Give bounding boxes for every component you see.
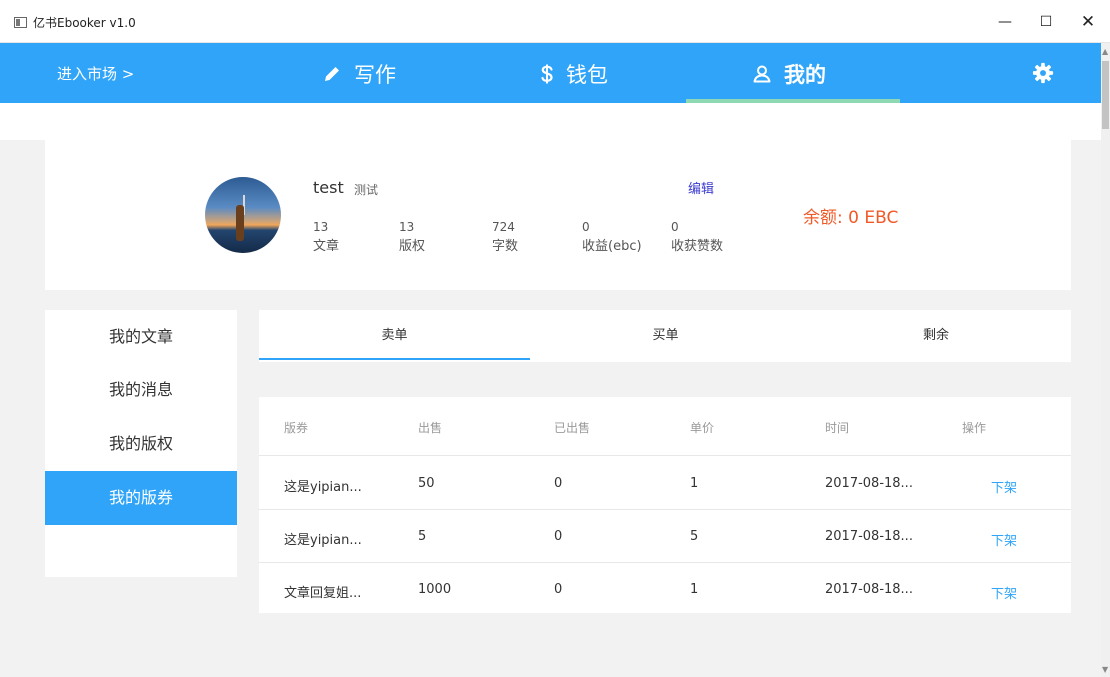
dollar-icon [540, 63, 554, 85]
profile-card: test 测试 13 文章 13 版权 724 字数 0 收益(ebc) 0 收… [45, 140, 1071, 290]
time-cell: 2017-08-18... [825, 582, 913, 597]
main-nav-bar: 进入市场 > 写作 钱包 我的 [0, 43, 1101, 103]
stat-value: 0 [671, 220, 679, 234]
window-titlebar: 亿书Ebooker v1.0 — ☐ ✕ [0, 0, 1110, 43]
tab-sell-orders[interactable]: 卖单 [259, 310, 530, 362]
tab-buy-orders[interactable]: 买单 [530, 310, 801, 362]
sell-orders-table: 版券 出售 已出售 单价 时间 操作 这是yipian... 50 0 1 20… [259, 397, 1071, 613]
tab-write[interactable]: 写作 [322, 59, 396, 89]
unit-price-cell: 1 [690, 582, 699, 597]
unit-price-cell: 1 [690, 476, 699, 491]
window-title: 亿书Ebooker v1.0 [33, 16, 136, 30]
vertical-scrollbar[interactable]: ▲ ▼ [1101, 43, 1110, 677]
stat-likes: 0 收获赞数 [671, 218, 723, 256]
stat-value: 0 [582, 220, 590, 234]
tab-wallet[interactable]: 钱包 [540, 59, 608, 89]
delist-button[interactable]: 下架 [991, 583, 1017, 602]
delist-button[interactable]: 下架 [991, 477, 1017, 496]
menu-item-my-copyrights[interactable]: 我的版权 [45, 417, 237, 471]
header-spacer [0, 103, 1101, 140]
stat-value: 13 [313, 220, 329, 234]
on-sale-cell: 50 [418, 476, 435, 491]
tab-mine[interactable]: 我的 [752, 59, 826, 89]
stat-word-count: 724 字数 [492, 218, 518, 256]
unit-price-cell: 5 [690, 529, 699, 544]
edit-profile-link[interactable]: 编辑 [688, 178, 714, 197]
stat-label: 版权 [399, 239, 426, 254]
stat-label: 文章 [313, 239, 340, 254]
profile-username: test [313, 178, 344, 197]
pencil-icon [322, 64, 342, 84]
coupon-cell: 文章回复姐... [284, 586, 362, 601]
profile-nickname: 测试 [354, 183, 379, 197]
tab-write-label: 写作 [354, 63, 396, 87]
user-icon [752, 64, 772, 84]
stat-label: 收益(ebc) [582, 239, 642, 254]
maximize-button[interactable]: ☐ [1026, 8, 1066, 36]
stat-copyrights: 13 版权 [399, 218, 425, 256]
table-row: 这是yipian... 5 0 5 2017-08-18... 下架 [259, 510, 1071, 563]
time-cell: 2017-08-18... [825, 529, 913, 544]
menu-item-my-messages[interactable]: 我的消息 [45, 363, 237, 417]
scroll-down-arrow-icon[interactable]: ▼ [1102, 665, 1108, 674]
minimize-button[interactable]: — [985, 8, 1025, 36]
stat-label: 字数 [492, 239, 519, 254]
scrollbar-thumb[interactable] [1102, 61, 1109, 129]
stat-label: 收获赞数 [671, 239, 724, 254]
column-header: 已出售 [554, 421, 591, 435]
column-header: 时间 [825, 421, 850, 435]
on-sale-cell: 5 [418, 529, 427, 544]
balance-display: 余额: 0 EBC [803, 208, 899, 228]
avatar[interactable] [205, 177, 281, 253]
on-sale-cell: 1000 [418, 582, 452, 597]
gear-icon[interactable] [1032, 62, 1054, 88]
menu-item-my-articles[interactable]: 我的文章 [45, 310, 237, 364]
app-icon [14, 17, 27, 28]
column-header: 版券 [284, 421, 309, 435]
stat-articles: 13 文章 [313, 218, 339, 256]
menu-item-my-coupons[interactable]: 我的版券 [45, 471, 237, 525]
time-cell: 2017-08-18... [825, 476, 913, 491]
table-header: 版券 出售 已出售 单价 时间 操作 [259, 397, 1071, 456]
avatar-figure [236, 205, 244, 241]
enter-market-link[interactable]: 进入市场 > [57, 63, 134, 84]
close-button[interactable]: ✕ [1068, 8, 1108, 36]
stat-value: 13 [399, 220, 415, 234]
column-header: 操作 [962, 421, 987, 435]
coupon-cell: 这是yipian... [284, 533, 362, 548]
order-tabs: 卖单 买单 剩余 [259, 310, 1071, 362]
sold-cell: 0 [554, 476, 563, 491]
tab-mine-label: 我的 [784, 63, 826, 87]
column-header: 单价 [690, 421, 715, 435]
column-header: 出售 [418, 421, 443, 435]
coupon-cell: 这是yipian... [284, 480, 362, 495]
table-row: 文章回复姐... 1000 0 1 2017-08-18... 下架 [259, 563, 1071, 616]
tab-remaining[interactable]: 剩余 [801, 310, 1071, 362]
active-subtab-indicator [259, 358, 530, 360]
stat-earnings: 0 收益(ebc) [582, 218, 642, 256]
tab-wallet-label: 钱包 [566, 63, 608, 87]
scroll-up-arrow-icon[interactable]: ▲ [1102, 47, 1108, 56]
sold-cell: 0 [554, 582, 563, 597]
stat-value: 724 [492, 220, 515, 234]
table-row: 这是yipian... 50 0 1 2017-08-18... 下架 [259, 457, 1071, 510]
side-menu: 我的文章 我的消息 我的版权 我的版券 [45, 310, 237, 577]
sold-cell: 0 [554, 529, 563, 544]
delist-button[interactable]: 下架 [991, 530, 1017, 549]
